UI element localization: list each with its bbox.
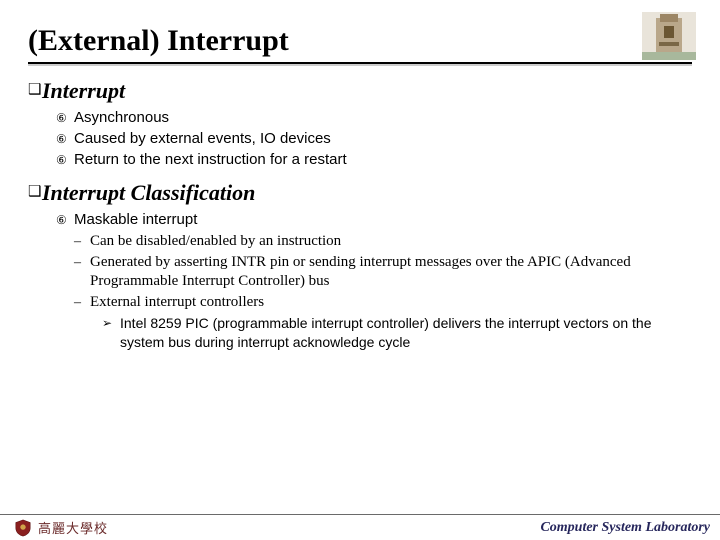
bullet-group: ⑥ Maskable interrupt – Can be disabled/e…: [28, 210, 692, 352]
tower-image: [642, 12, 696, 60]
list-item: – Generated by asserting INTR pin or sen…: [74, 253, 692, 291]
slide-footer: 高麗大學校 Computer System Laboratory: [0, 514, 720, 540]
list-item: ⑥ Asynchronous: [56, 108, 692, 128]
bullet-group: ⑥ Asynchronous ⑥ Caused by external even…: [28, 108, 692, 170]
list-item: ⑥ Maskable interrupt: [56, 210, 692, 230]
circled-bullet-icon: ⑥: [56, 108, 74, 128]
list-item-text: Generated by asserting INTR pin or sendi…: [90, 253, 692, 291]
triangle-bullet-icon: ➢: [102, 314, 120, 333]
list-item: ⑥ Caused by external events, IO devices: [56, 129, 692, 149]
square-bullet-icon: ❑: [28, 180, 42, 204]
footer-lab-name: Computer System Laboratory: [540, 520, 710, 536]
footer-left: 高麗大學校: [14, 518, 108, 537]
list-item-text: Caused by external events, IO devices: [74, 129, 331, 149]
footer-university-name: 高麗大學校: [38, 518, 108, 537]
list-item: ⑥ Return to the next instruction for a r…: [56, 150, 692, 170]
circled-bullet-icon: ⑥: [56, 150, 74, 170]
square-bullet-icon: ❑: [28, 78, 42, 102]
slide: (External) Interrupt ❑ Interrupt ⑥ Async…: [0, 0, 720, 540]
list-item-text: Maskable interrupt: [74, 210, 197, 230]
list-item: ➢ Intel 8259 PIC (programmable interrupt…: [102, 314, 692, 352]
list-item-text: Return to the next instruction for a res…: [74, 150, 347, 170]
section-heading-text: Interrupt Classification: [42, 180, 255, 206]
circled-bullet-icon: ⑥: [56, 210, 74, 230]
list-item-text: Can be disabled/enabled by an instructio…: [90, 232, 341, 251]
crest-icon: [14, 519, 32, 537]
section-heading-text: Interrupt: [42, 78, 125, 104]
sub-bullet-group: – Can be disabled/enabled by an instruct…: [56, 232, 692, 352]
dash-bullet-icon: –: [74, 232, 90, 251]
slide-title: (External) Interrupt: [28, 24, 289, 60]
list-item-text: Asynchronous: [74, 108, 169, 128]
dash-bullet-icon: –: [74, 293, 90, 312]
list-item-text: External interrupt controllers: [90, 293, 264, 312]
dash-bullet-icon: –: [74, 253, 90, 272]
section-heading: ❑ Interrupt Classification: [28, 180, 692, 206]
list-item: – External interrupt controllers: [74, 293, 692, 312]
title-row: (External) Interrupt: [28, 12, 692, 60]
slide-body: ❑ Interrupt ⑥ Asynchronous ⑥ Caused by e…: [28, 64, 692, 352]
circled-bullet-icon: ⑥: [56, 129, 74, 149]
list-item: – Can be disabled/enabled by an instruct…: [74, 232, 692, 251]
subsub-bullet-group: ➢ Intel 8259 PIC (programmable interrupt…: [74, 314, 692, 352]
list-item-text: Intel 8259 PIC (programmable interrupt c…: [120, 314, 692, 352]
section-heading: ❑ Interrupt: [28, 78, 692, 104]
